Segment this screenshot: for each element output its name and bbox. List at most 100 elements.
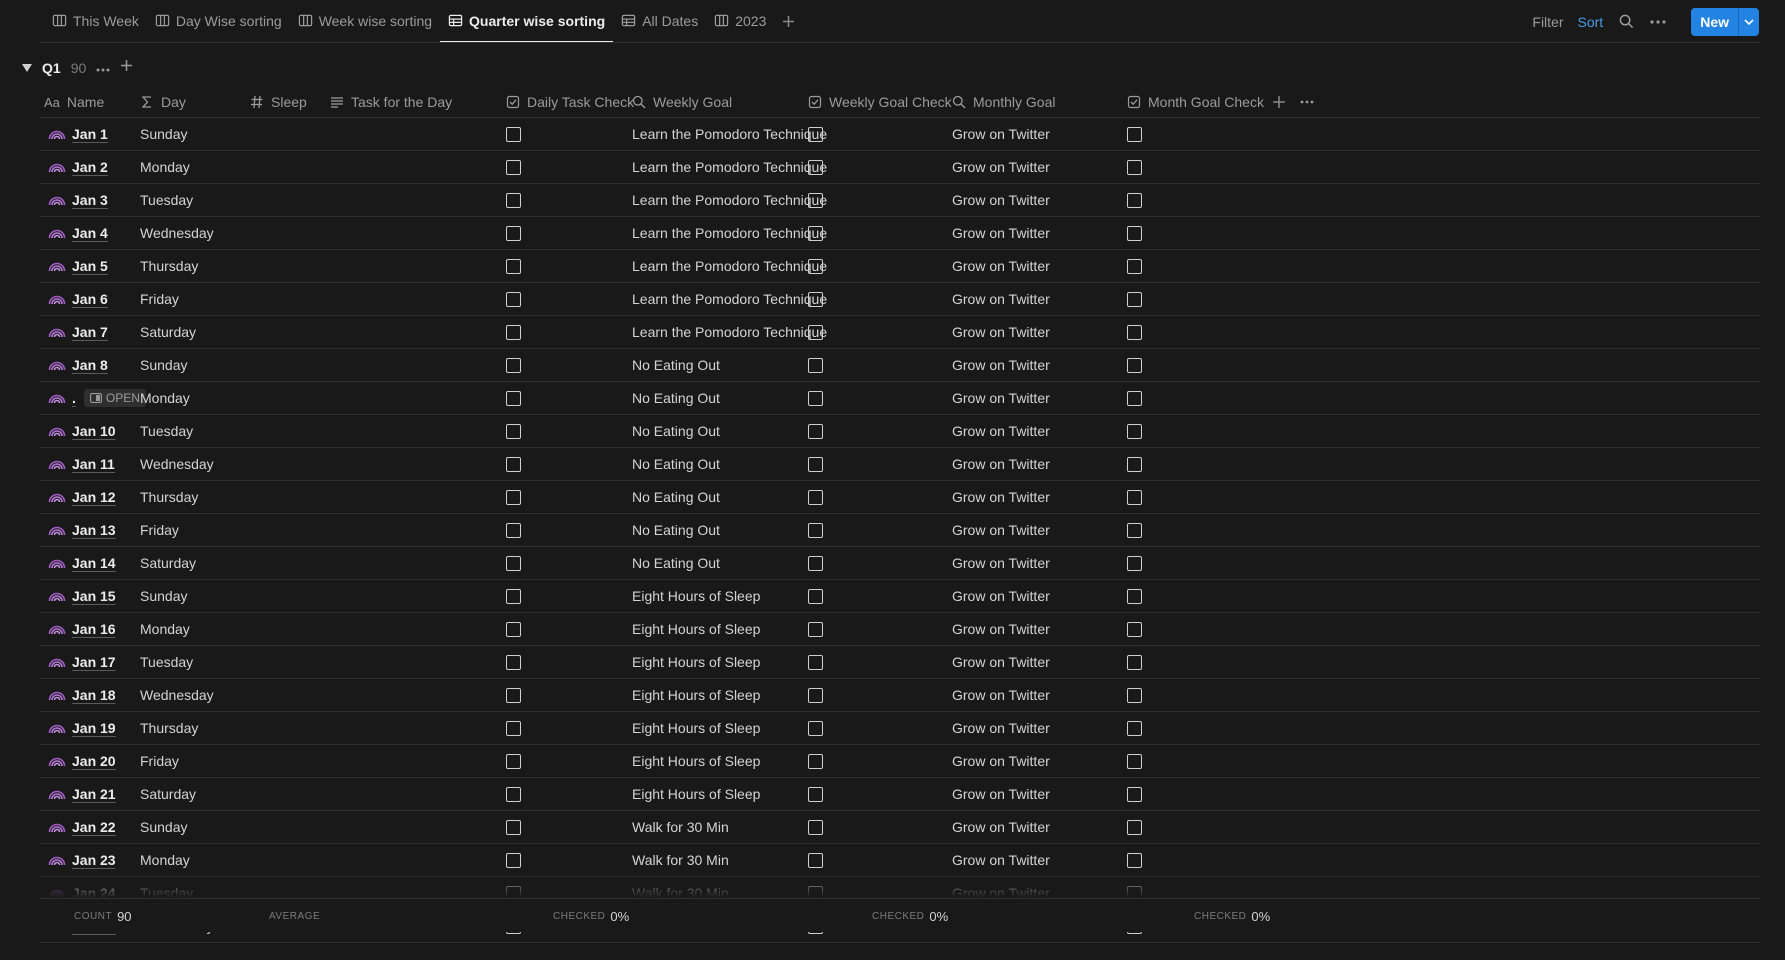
collapse-triangle-icon[interactable] (22, 63, 32, 73)
monthly-goal-cell[interactable]: Grow on Twitter (952, 844, 1050, 876)
day-cell[interactable]: Monday (140, 613, 190, 645)
name-cell[interactable]: Jan 10 (48, 415, 116, 447)
month-goal-checkbox[interactable] (1127, 291, 1142, 307)
day-cell[interactable]: Sunday (140, 811, 187, 843)
weekly-goal-checkbox[interactable] (808, 522, 823, 538)
month-goal-checkbox[interactable] (1127, 324, 1142, 340)
table-row[interactable]: Jan 14 Saturday No Eating Out Grow on Twitt… (40, 547, 1760, 580)
daily-task-checkbox[interactable] (506, 753, 521, 769)
page-title[interactable]: Jan 3 (72, 192, 108, 208)
name-cell[interactable]: Jan 4 (48, 217, 108, 249)
name-cell[interactable]: Jan 11 (48, 448, 115, 480)
weekly-goal-checkbox[interactable] (808, 852, 823, 868)
daily-task-checkbox[interactable] (506, 357, 521, 373)
day-cell[interactable]: Thursday (140, 712, 198, 744)
weekly-goal-cell[interactable]: No Eating Out (632, 448, 720, 480)
daily-checked-summary[interactable]: CHECKED 0% (553, 899, 629, 933)
name-cell[interactable]: Jan 5 (48, 250, 108, 282)
day-cell[interactable]: Friday (140, 283, 179, 315)
monthly-goal-cell[interactable]: Grow on Twitter (952, 712, 1050, 744)
page-title[interactable]: Jan 1 (72, 126, 108, 142)
page-title[interactable]: Jan 18 (72, 687, 116, 703)
daily-task-checkbox[interactable] (506, 819, 521, 835)
day-cell[interactable]: Sunday (140, 349, 187, 381)
monthly-goal-cell[interactable]: Grow on Twitter (952, 448, 1050, 480)
table-row[interactable]: Jan 12 Thursday No Eating Out Grow on Twitt… (40, 481, 1760, 514)
weekly-goal-cell[interactable]: No Eating Out (632, 514, 720, 546)
daily-task-checkbox[interactable] (506, 126, 521, 142)
month-goal-checkbox[interactable] (1127, 456, 1142, 472)
daily-task-checkbox[interactable] (506, 852, 521, 868)
name-cell[interactable]: Jan 15 (48, 580, 116, 612)
weekly-goal-checkbox[interactable] (808, 687, 823, 703)
weekly-goal-checkbox[interactable] (808, 324, 823, 340)
weekly-goal-checkbox[interactable] (808, 588, 823, 604)
weekly-goal-checkbox[interactable] (808, 621, 823, 637)
weekly-goal-cell[interactable]: Learn the Pomodoro Technique (632, 316, 827, 348)
monthly-goal-cell[interactable]: Grow on Twitter (952, 811, 1050, 843)
table-row[interactable]: Jan 19 Thursday Eight Hours of Sleep Grow o… (40, 712, 1760, 745)
weekly-checked-summary[interactable]: CHECKED 0% (872, 899, 948, 933)
month-goal-checkbox[interactable] (1127, 555, 1142, 571)
page-title[interactable]: Jan 20 (72, 753, 116, 769)
sort-button[interactable]: Sort (1578, 14, 1604, 30)
month-goal-checkbox[interactable] (1127, 192, 1142, 208)
weekly-goal-cell[interactable]: Learn the Pomodoro Technique (632, 118, 827, 150)
month-goal-checkbox[interactable] (1127, 126, 1142, 142)
more-options-icon[interactable] (1649, 13, 1667, 31)
weekly-goal-checkbox[interactable] (808, 390, 823, 406)
name-cell[interactable]: Jan 3 (48, 184, 108, 216)
weekly-goal-cell[interactable]: Eight Hours of Sleep (632, 778, 760, 810)
tab-week-wise-sorting[interactable]: Week wise sorting (290, 0, 440, 43)
name-cell[interactable]: Jan 22 (48, 811, 116, 843)
daily-task-checkbox[interactable] (506, 786, 521, 802)
page-title[interactable]: Jan 13 (72, 522, 116, 538)
daily-task-checkbox[interactable] (506, 621, 521, 637)
page-title[interactable]: Jan 22 (72, 819, 116, 835)
column-header-sleep[interactable]: Sleep (250, 86, 307, 118)
page-title[interactable]: Jan 10 (72, 423, 116, 439)
new-dropdown-chevron-icon[interactable] (1738, 7, 1759, 36)
day-cell[interactable]: Tuesday (140, 415, 193, 447)
page-title[interactable]: Jan 12 (72, 489, 116, 505)
weekly-goal-cell[interactable]: No Eating Out (632, 382, 720, 414)
day-cell[interactable]: Tuesday (140, 184, 193, 216)
month-goal-checkbox[interactable] (1127, 423, 1142, 439)
daily-task-checkbox[interactable] (506, 159, 521, 175)
month-goal-checkbox[interactable] (1127, 687, 1142, 703)
weekly-goal-checkbox[interactable] (808, 357, 823, 373)
monthly-goal-cell[interactable]: Grow on Twitter (952, 778, 1050, 810)
weekly-goal-checkbox[interactable] (808, 126, 823, 142)
day-cell[interactable]: Wednesday (140, 679, 214, 711)
add-view-icon[interactable] (774, 0, 803, 43)
table-row[interactable]: Jan 18 Wednesday Eight Hours of Sleep Grow … (40, 679, 1760, 712)
weekly-goal-cell[interactable]: Eight Hours of Sleep (632, 580, 760, 612)
column-header-weekly-check[interactable]: Weekly Goal Check (808, 86, 952, 118)
monthly-goal-cell[interactable]: Grow on Twitter (952, 580, 1050, 612)
weekly-goal-cell[interactable]: Eight Hours of Sleep (632, 613, 760, 645)
weekly-goal-cell[interactable]: Learn the Pomodoro Technique (632, 217, 827, 249)
column-header-weekly-goal[interactable]: Weekly Goal (632, 86, 732, 118)
month-goal-checkbox[interactable] (1127, 852, 1142, 868)
name-cell[interactable]: Jan 12 (48, 481, 116, 513)
group-more-icon[interactable] (96, 59, 110, 77)
weekly-goal-cell[interactable]: Eight Hours of Sleep (632, 646, 760, 678)
monthly-goal-cell[interactable]: Grow on Twitter (952, 382, 1050, 414)
name-cell[interactable]: Jan 14 (48, 547, 116, 579)
table-row[interactable]: Jan 11 Wednesday No Eating Out Grow on Twit… (40, 448, 1760, 481)
name-cell[interactable]: Jan 6 (48, 283, 108, 315)
column-header-month-check[interactable]: Month Goal Check (1127, 86, 1264, 118)
table-row[interactable]: Jan 23 Monday Walk for 30 Min Grow on Twitt… (40, 844, 1760, 877)
table-row[interactable]: Jan 17 Tuesday Eight Hours of Sleep Grow on… (40, 646, 1760, 679)
tab-day-wise-sorting[interactable]: Day Wise sorting (147, 0, 290, 43)
name-cell[interactable]: Jan 17 (48, 646, 116, 678)
weekly-goal-cell[interactable]: Learn the Pomodoro Technique (632, 184, 827, 216)
weekly-goal-checkbox[interactable] (808, 720, 823, 736)
weekly-goal-cell[interactable]: Eight Hours of Sleep (632, 712, 760, 744)
day-cell[interactable]: Saturday (140, 778, 196, 810)
weekly-goal-cell[interactable]: Walk for 30 Min (632, 844, 729, 876)
daily-task-checkbox[interactable] (506, 192, 521, 208)
weekly-goal-cell[interactable]: Learn the Pomodoro Technique (632, 250, 827, 282)
table-row[interactable]: Jan 1 Sunday Learn the Pomodoro Technique G… (40, 118, 1760, 151)
daily-task-checkbox[interactable] (506, 291, 521, 307)
